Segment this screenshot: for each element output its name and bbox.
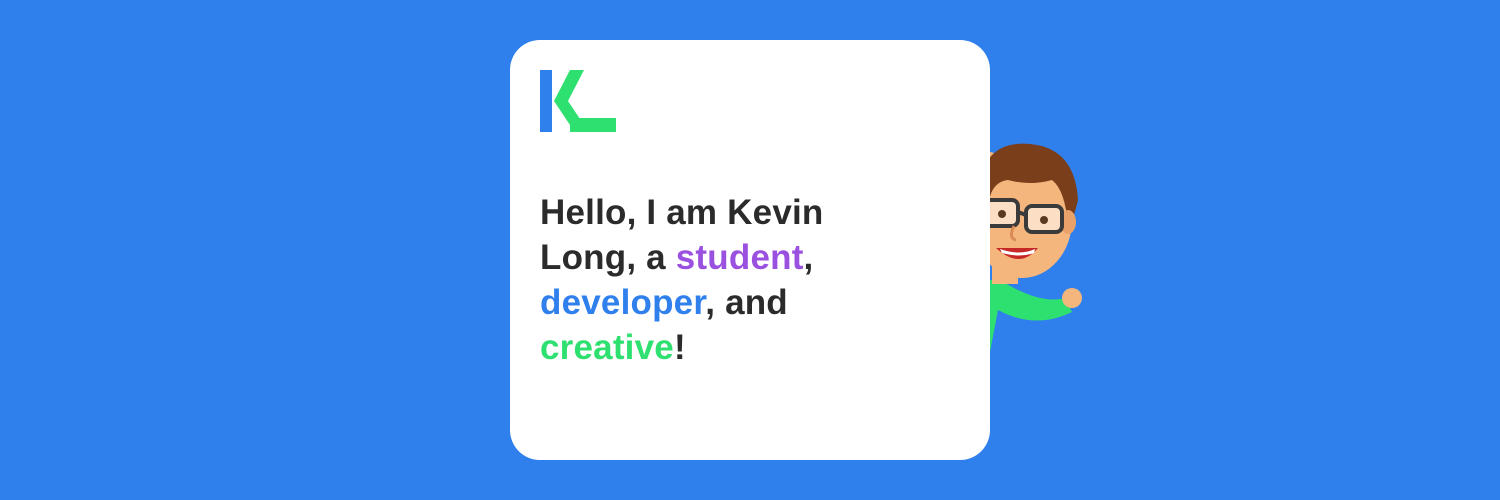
greeting-line-4-suffix: ! [673,328,686,367]
highlight-creative: creative [540,328,674,367]
intro-card: Hello, I am Kevin Long, a student, develop… [510,40,990,460]
right-eye [1040,216,1048,224]
right-hand [1062,288,1082,308]
greeting-line-2-prefix: Long, a [540,238,676,277]
left-eye [998,210,1006,218]
intro-text: Hello, I am Kevin Long, a student, develop… [540,190,960,370]
greeting-line-2-suffix: , [803,238,814,277]
highlight-developer: developer [540,283,706,322]
highlight-student: student [675,238,804,277]
kl-logo-icon [540,70,616,132]
greeting-line-3-suffix: , and [705,283,788,322]
header-banner: Hello, I am Kevin Long, a student, develop… [0,0,1500,500]
glasses-bridge [1017,210,1027,217]
green-shirt [985,280,1072,352]
greeting-line-1: Hello, I am Kevin [540,193,824,232]
